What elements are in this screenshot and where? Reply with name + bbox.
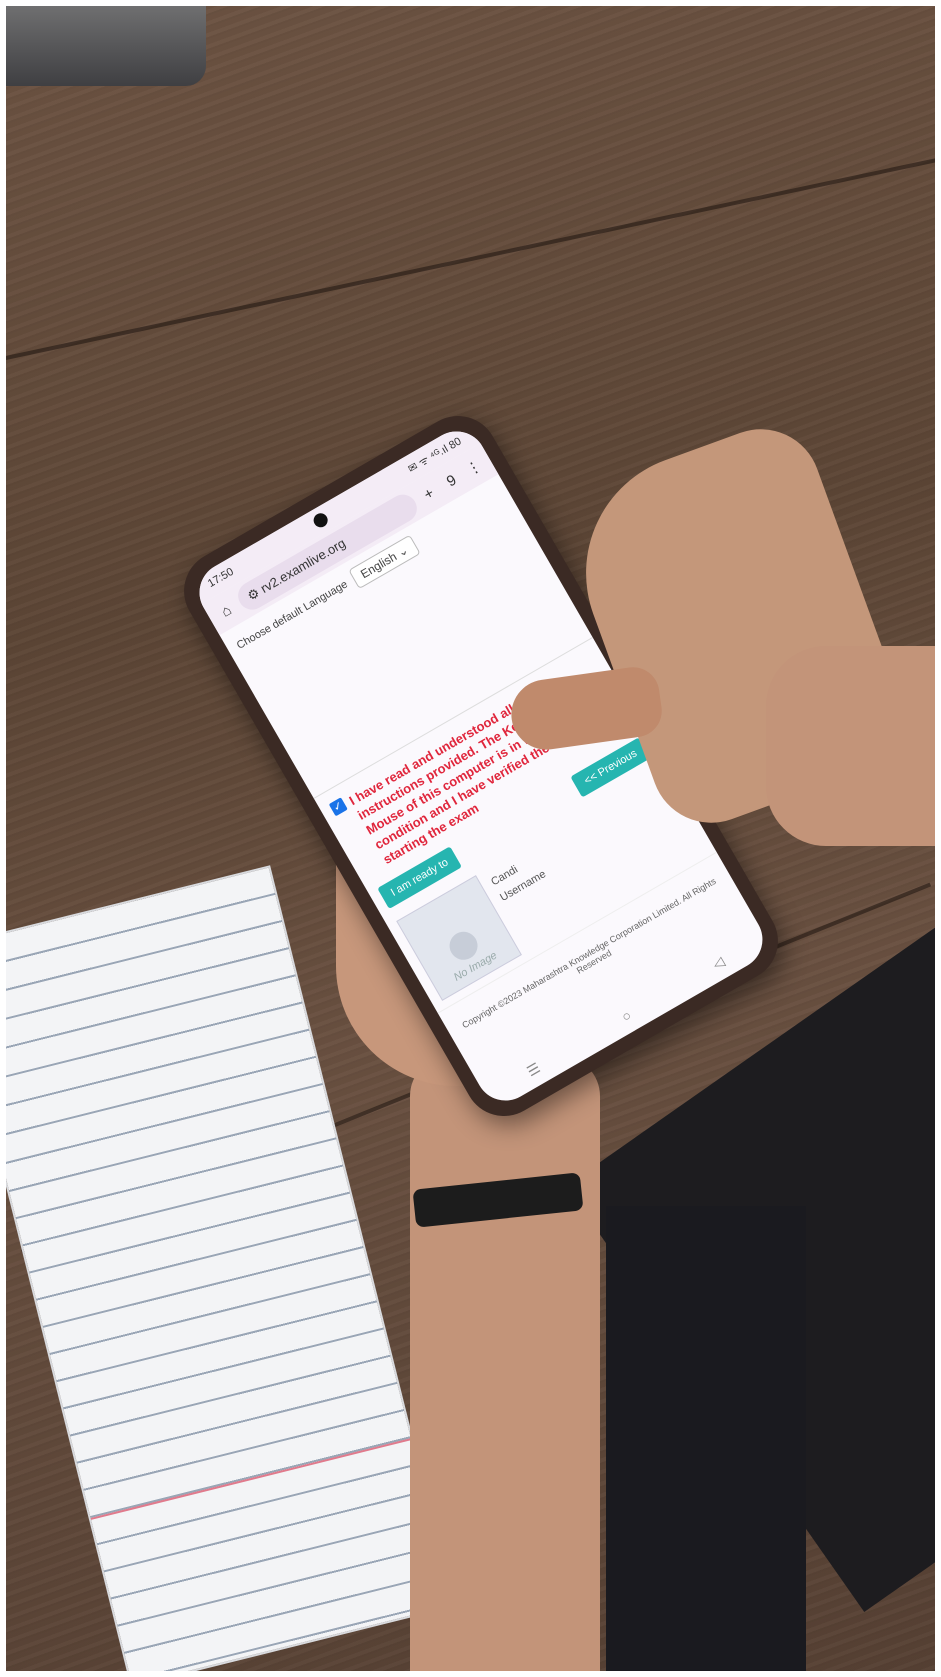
recents-icon[interactable]: ☰ [524, 1059, 543, 1080]
tab-count: 9 [443, 471, 460, 491]
back-icon[interactable]: ◁ [710, 953, 728, 973]
laptop-corner [6, 6, 206, 86]
front-camera-icon [311, 510, 331, 530]
language-selected: English [358, 549, 400, 582]
more-menu-icon[interactable]: ⋮ [461, 455, 487, 481]
desk-plank-gap [6, 154, 935, 362]
right-wrist [766, 646, 935, 846]
notebook-margin-line [90, 1438, 412, 1520]
sleeve [606, 1206, 806, 1671]
new-tab-icon[interactable]: + [416, 481, 442, 506]
left-forearm [410, 1056, 600, 1671]
chevron-down-icon: ⌄ [395, 542, 411, 560]
confirm-checkbox[interactable]: ✓ [328, 797, 348, 817]
home-icon[interactable]: ⌂ [213, 598, 239, 623]
tab-switcher-icon[interactable]: 9 [438, 468, 464, 493]
home-button-icon[interactable]: ○ [619, 1007, 635, 1026]
photo: 17:50 ✉ ᯤ ⁴ᴳ.ıl 80 ⌂ ⚙ rv2.examlive.org … [6, 6, 935, 1671]
